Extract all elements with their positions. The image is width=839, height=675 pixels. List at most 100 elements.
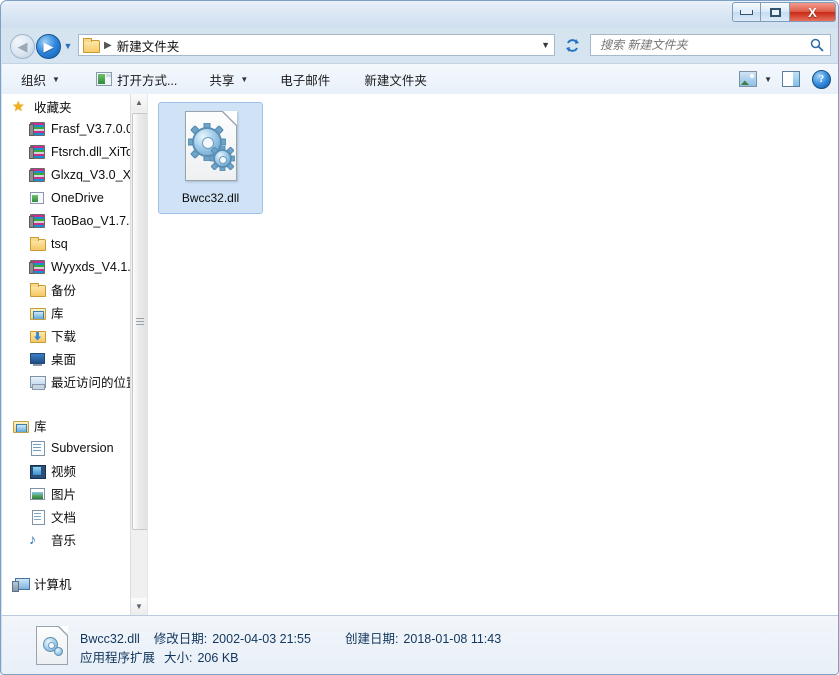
search-input[interactable]	[598, 37, 802, 53]
status-modified-label: 修改日期:	[153, 632, 208, 646]
back-button[interactable]: ◀	[10, 34, 35, 59]
details-pane: Bwcc32.dll 修改日期: 2002-04-03 21:55 创建日期: …	[2, 615, 838, 674]
sidebar-item-label: 备份	[51, 284, 77, 298]
sidebar-item-ftsrch[interactable]: Ftsrch.dll_XiTon	[2, 140, 147, 163]
open-with-icon	[95, 72, 112, 86]
sidebar-item-label: 下载	[51, 330, 77, 344]
video-icon	[29, 463, 46, 479]
sidebar-item-beifen[interactable]: 备份	[2, 278, 147, 301]
scroll-up-button[interactable]: ▲	[131, 94, 147, 111]
scrollbar-thumb[interactable]	[132, 113, 147, 530]
maximize-icon	[769, 7, 781, 17]
gear-small	[212, 149, 232, 168]
rar-archive-icon	[29, 167, 46, 183]
email-button[interactable]: 电子邮件	[271, 67, 339, 91]
search-icon[interactable]	[810, 38, 824, 52]
library-icon	[29, 305, 46, 321]
sidebar-header-computer[interactable]: 计算机	[2, 573, 147, 594]
sidebar-item-pictures[interactable]: 图片	[2, 482, 147, 505]
computer-icon	[12, 576, 30, 592]
rar-archive-icon	[29, 213, 46, 229]
sidebar-header-favorites[interactable]: ★ 收藏夹	[2, 96, 147, 117]
preview-pane-icon[interactable]	[782, 71, 800, 87]
chevron-down-icon[interactable]: ▼	[764, 75, 772, 84]
sidebar-item-ku-favorite[interactable]: 库	[2, 301, 147, 324]
sidebar-header-label: 收藏夹	[34, 101, 72, 115]
window-controls: X	[732, 2, 836, 22]
sidebar-item-subversion[interactable]: Subversion	[2, 436, 147, 459]
downloads-icon	[29, 328, 46, 344]
status-file-icon	[36, 626, 70, 665]
organize-button[interactable]: 组织 ▼	[12, 67, 69, 91]
sidebar-item-tsq[interactable]: tsq	[2, 232, 147, 255]
forward-button[interactable]: ▶	[36, 34, 61, 59]
recent-pages-button[interactable]: ▼	[62, 41, 74, 51]
help-icon[interactable]: ?	[812, 69, 831, 89]
status-row-2: 应用程序扩展 大小: 206 KB	[80, 649, 501, 668]
sidebar-item-recent-places[interactable]: 最近访问的位置	[2, 370, 147, 393]
sidebar-item-music[interactable]: ♪ 音乐	[2, 528, 147, 551]
sidebar-item-label: 文档	[51, 511, 77, 525]
sidebar-header-label: 计算机	[34, 578, 72, 592]
forward-arrow-icon: ▶	[43, 39, 54, 54]
sidebar-item-label: Wyyxds_V4.1.1.	[51, 259, 142, 274]
documents-icon	[29, 509, 46, 525]
refresh-button[interactable]	[561, 34, 583, 56]
status-file-type: 应用程序扩展	[80, 651, 156, 665]
sidebar-item-glxzq[interactable]: Glxzq_V3.0_XiTo	[2, 163, 147, 186]
gear-small	[54, 647, 63, 656]
toolbar-right-group: ▼ ?	[739, 69, 838, 89]
main-area: ★ 收藏夹 Frasf_V3.7.0.0_X Ftsrch.dll_XiTon …	[2, 94, 838, 621]
sidebar-item-downloads[interactable]: 下载	[2, 324, 147, 347]
new-folder-button[interactable]: 新建文件夹	[355, 67, 436, 91]
open-with-button[interactable]: 打开方式...	[87, 67, 186, 91]
file-name-label: Bwcc32.dll	[181, 191, 240, 205]
open-with-label: 打开方式...	[116, 73, 178, 88]
sidebar-item-videos[interactable]: 视频	[2, 459, 147, 482]
address-bar[interactable]: ▶ 新建文件夹 ▼	[78, 34, 555, 56]
address-dropdown-icon[interactable]: ▼	[541, 40, 550, 50]
status-size-label: 大小:	[164, 651, 193, 665]
share-button[interactable]: 共享 ▼	[200, 67, 257, 91]
dll-gears-icon	[179, 111, 243, 187]
chevron-down-icon: ▼	[240, 74, 249, 84]
file-item-bwcc32[interactable]: Bwcc32.dll	[158, 102, 263, 214]
sidebar-item-label: 桌面	[51, 353, 77, 367]
organize-label: 组织	[21, 73, 47, 88]
file-list-view[interactable]: Bwcc32.dll	[148, 94, 838, 621]
pictures-icon	[29, 486, 46, 502]
sidebar-item-taobao[interactable]: TaoBao_V1.7.8.	[2, 209, 147, 232]
sidebar-item-label: tsq	[51, 236, 68, 251]
sidebar-group-libraries: 库 Subversion 视频 图片 文档 ♪ 音乐	[2, 415, 147, 551]
chevron-down-icon: ▼	[52, 74, 60, 84]
sidebar-item-wyyxds[interactable]: Wyyxds_V4.1.1.	[2, 255, 147, 278]
minimize-icon	[740, 9, 753, 15]
status-text-block: Bwcc32.dll 修改日期: 2002-04-03 21:55 创建日期: …	[80, 630, 501, 668]
sidebar-item-desktop[interactable]: 桌面	[2, 347, 147, 370]
sidebar-item-onedrive[interactable]: OneDrive	[2, 186, 147, 209]
sidebar-group-computer: 计算机	[2, 573, 147, 594]
chevron-down-icon: ▼	[135, 602, 143, 611]
status-size-value: 206 KB	[197, 651, 239, 665]
music-icon: ♪	[29, 530, 36, 547]
folder-icon	[83, 38, 100, 53]
folder-icon	[29, 282, 46, 298]
sidebar-scrollbar[interactable]: ▲ ▼	[130, 94, 147, 615]
sidebar-header-libraries[interactable]: 库	[2, 415, 147, 436]
close-icon: X	[808, 4, 817, 20]
sidebar-item-documents[interactable]: 文档	[2, 505, 147, 528]
sidebar-item-label: 图片	[51, 488, 77, 502]
search-box[interactable]	[590, 34, 831, 56]
maximize-button[interactable]	[761, 2, 790, 22]
view-options-icon[interactable]	[739, 71, 758, 87]
sidebar-item-label: Subversion	[51, 440, 114, 455]
minimize-button[interactable]	[732, 2, 761, 22]
scroll-down-button[interactable]: ▼	[131, 598, 147, 615]
chevron-down-icon: ▼	[63, 41, 73, 51]
recent-places-icon	[29, 374, 46, 390]
sidebar-item-frasf[interactable]: Frasf_V3.7.0.0_X	[2, 117, 147, 140]
status-modified-value: 2002-04-03 21:55	[212, 632, 311, 646]
rar-archive-icon	[29, 121, 46, 137]
close-button[interactable]: X	[790, 2, 836, 22]
title-bar: X	[1, 1, 838, 28]
